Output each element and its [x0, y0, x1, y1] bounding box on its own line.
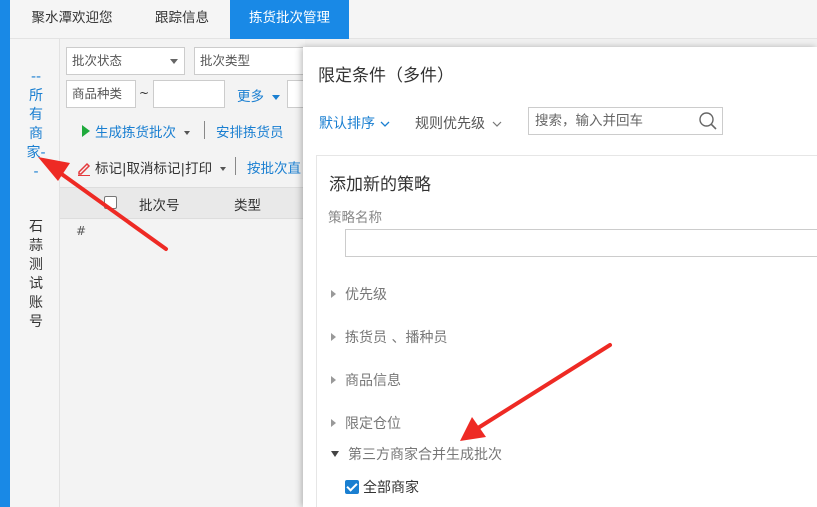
caret-right-icon [331, 333, 336, 341]
batch-type-select[interactable]: 批次类型 [194, 47, 306, 75]
toolbar-divider [235, 157, 236, 175]
default-sort-dropdown[interactable]: 默认排序 [319, 113, 390, 133]
chevron-down-icon [220, 167, 227, 171]
caret-down-icon [331, 451, 339, 457]
play-icon [82, 125, 90, 137]
caret-right-icon [331, 376, 336, 384]
app-root: 聚水潭欢迎您 跟踪信息 拣货批次管理 --所有商家-- 石蒜测试账号 批次状态 … [0, 0, 817, 507]
chevron-down-icon [380, 121, 390, 127]
restriction-dialog: 限定条件（多件） 默认排序 规则优先级 搜索，输入并回车 添加新的策略 策略名称… [303, 47, 817, 507]
merchant-column: --所有商家-- 石蒜测试账号 [10, 39, 60, 507]
row-marker: # [76, 224, 87, 238]
default-sort-label: 默认排序 [319, 116, 375, 132]
tab-tracking[interactable]: 跟踪信息 [134, 0, 230, 39]
strategy-name-label: 策略名称 [328, 210, 382, 226]
all-merchants-checkbox-row[interactable]: 全部商家 [345, 477, 419, 497]
column-type[interactable]: 类型 [234, 194, 261, 214]
batch-status-select[interactable]: 批次状态 [66, 47, 185, 75]
product-kind-label: 商品种类 [72, 86, 123, 101]
chevron-down-icon [170, 59, 178, 64]
batch-status-label: 批次状态 [72, 53, 123, 68]
toolbar-divider [204, 121, 205, 139]
rule-priority-label: 规则优先级 [415, 116, 485, 132]
section-title: 添加新的策略 [329, 175, 431, 195]
pencil-icon [78, 162, 91, 176]
column-batch-no[interactable]: 批次号 [139, 194, 180, 214]
all-merchants-checkbox-label: 全部商家 [363, 480, 419, 496]
generate-batch-label: 生成拣货批次 [95, 125, 176, 141]
checkbox-checked-icon[interactable] [345, 480, 359, 494]
chevron-down-icon [272, 95, 281, 100]
priority-label: 优先级 [345, 287, 387, 303]
product-info-label: 商品信息 [345, 373, 401, 389]
range-to-input[interactable] [153, 80, 225, 108]
picker-sorter-collapsible[interactable]: 拣货员 、播种员 [331, 327, 447, 347]
priority-collapsible[interactable]: 优先级 [331, 284, 387, 304]
search-input[interactable]: 搜索，输入并回车 [528, 107, 723, 135]
tab-welcome[interactable]: 聚水潭欢迎您 [14, 0, 130, 39]
chevron-down-icon [184, 131, 191, 135]
limit-bin-collapsible[interactable]: 限定仓位 [331, 413, 401, 433]
search-placeholder: 搜索，输入并回车 [535, 113, 643, 129]
rule-priority-dropdown[interactable]: 规则优先级 [415, 113, 502, 133]
top-tab-bar: 聚水潭欢迎您 跟踪信息 拣货批次管理 [0, 0, 817, 39]
select-all-checkbox[interactable] [104, 196, 117, 209]
search-icon[interactable] [698, 111, 718, 131]
tab-picking-batch[interactable]: 拣货批次管理 [230, 0, 349, 39]
chevron-down-icon [493, 121, 502, 127]
dialog-title: 限定条件（多件） [318, 66, 454, 86]
third-party-merge-collapsible[interactable]: 第三方商家合并生成批次 [331, 444, 502, 464]
main-panel [60, 39, 305, 507]
product-info-collapsible[interactable]: 商品信息 [331, 370, 401, 390]
all-merchants-link[interactable]: --所有商家-- [26, 68, 46, 182]
third-party-merge-label: 第三方商家合并生成批次 [348, 447, 502, 463]
left-accent-strip [0, 0, 10, 507]
strategy-name-input[interactable] [345, 229, 817, 257]
range-separator: ~ [139, 86, 150, 100]
picker-sorter-label: 拣货员 、播种员 [345, 330, 448, 346]
mark-print-label: 标记|取消标记|打印 [95, 161, 213, 177]
mark-print-button[interactable]: 标记|取消标记|打印 [76, 157, 227, 177]
caret-right-icon [331, 290, 336, 298]
grid-header: 批次号 类型 [60, 187, 305, 219]
more-filters-link[interactable]: 更多 [237, 85, 281, 105]
by-batch-button[interactable]: 按批次直 [247, 157, 301, 177]
limit-bin-label: 限定仓位 [345, 416, 401, 432]
merchant-account[interactable]: 石蒜测试账号 [26, 218, 46, 332]
assign-picker-button[interactable]: 安排拣货员 [216, 121, 284, 141]
generate-batch-button[interactable]: 生成拣货批次 [82, 121, 191, 141]
batch-type-label: 批次类型 [200, 53, 251, 68]
more-label: 更多 [237, 89, 264, 105]
product-kind-select[interactable]: 商品种类 [66, 80, 136, 108]
strategy-form: 添加新的策略 策略名称 优先级 拣货员 、播种员 商品信息 限定仓位 第三方商家… [316, 155, 817, 507]
caret-right-icon [331, 419, 336, 427]
